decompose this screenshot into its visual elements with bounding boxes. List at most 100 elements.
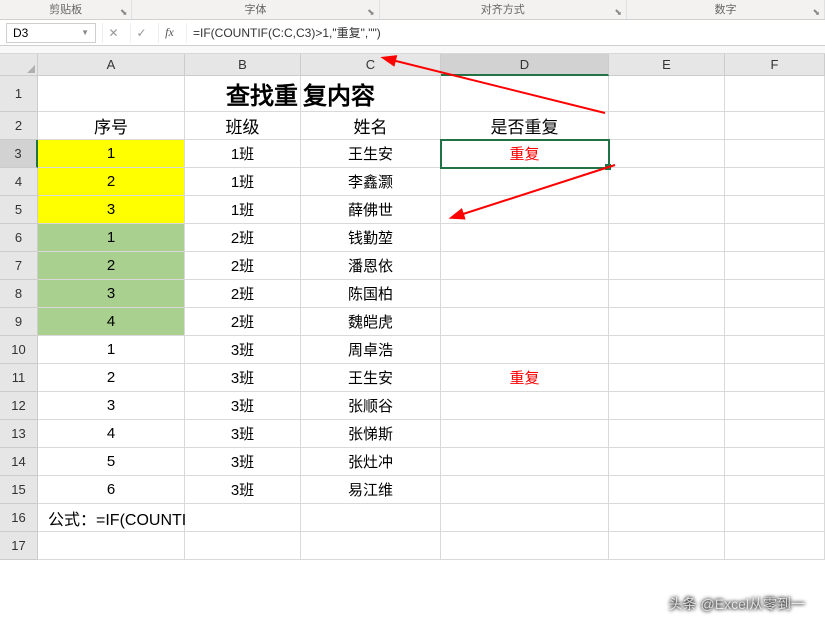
cell[interactable]	[725, 532, 825, 560]
fill-handle[interactable]	[605, 164, 611, 170]
col-header-d[interactable]: D	[441, 54, 609, 76]
cell-name[interactable]: 张顺谷	[301, 392, 441, 420]
cell-f[interactable]	[725, 280, 825, 308]
cell-e16[interactable]	[609, 504, 725, 532]
cell-seq[interactable]: 1	[38, 224, 185, 252]
cell-name[interactable]: 王生安	[301, 140, 441, 168]
cell-class[interactable]: 3班	[185, 476, 301, 504]
cell-seq[interactable]: 3	[38, 280, 185, 308]
cell-f[interactable]	[725, 336, 825, 364]
row-header[interactable]: 11	[0, 364, 38, 392]
cell-class[interactable]: 3班	[185, 392, 301, 420]
cell-a1[interactable]	[38, 76, 185, 112]
row-header-1[interactable]: 1	[0, 76, 38, 112]
cell-c2[interactable]: 姓名	[301, 112, 441, 140]
cell-e[interactable]	[609, 196, 725, 224]
cell-class[interactable]: 2班	[185, 280, 301, 308]
cell-name[interactable]: 张灶冲	[301, 448, 441, 476]
cell-f1[interactable]	[725, 76, 825, 112]
cell-seq[interactable]: 1	[38, 336, 185, 364]
cell-seq[interactable]: 2	[38, 168, 185, 196]
cell-e[interactable]	[609, 280, 725, 308]
cell-name[interactable]: 潘恩依	[301, 252, 441, 280]
col-header-c[interactable]: C	[301, 54, 441, 76]
row-header[interactable]: 14	[0, 448, 38, 476]
cell-e[interactable]	[609, 392, 725, 420]
cancel-formula-icon[interactable]: ✕	[102, 23, 124, 43]
cell-b2[interactable]: 班级	[185, 112, 301, 140]
cell-f[interactable]	[725, 476, 825, 504]
col-header-b[interactable]: B	[185, 54, 301, 76]
cell-e[interactable]	[609, 224, 725, 252]
cell-seq[interactable]: 2	[38, 252, 185, 280]
cell-class[interactable]: 3班	[185, 364, 301, 392]
cell-name[interactable]: 易江维	[301, 476, 441, 504]
cell-f[interactable]	[725, 252, 825, 280]
cell-e[interactable]	[609, 364, 725, 392]
cell-duplicate[interactable]	[441, 280, 609, 308]
cell-e[interactable]	[609, 252, 725, 280]
cell-b16[interactable]	[185, 504, 301, 532]
cell-name[interactable]: 张悌斯	[301, 420, 441, 448]
cell[interactable]	[185, 532, 301, 560]
cell-e[interactable]	[609, 420, 725, 448]
row-header[interactable]: 6	[0, 224, 38, 252]
row-header[interactable]: 7	[0, 252, 38, 280]
cell-class[interactable]: 1班	[185, 196, 301, 224]
cell-duplicate[interactable]	[441, 196, 609, 224]
formula-input[interactable]: =IF(COUNTIF(C:C,C3)>1,"重复","")	[186, 23, 819, 43]
col-header-f[interactable]: F	[725, 54, 825, 76]
cell-class[interactable]: 3班	[185, 448, 301, 476]
cell-e[interactable]	[609, 308, 725, 336]
row-header[interactable]: 13	[0, 420, 38, 448]
cell-a16[interactable]: 公式：=IF(COUNTIF(C:C,C3)>1,"重复","")	[38, 504, 185, 532]
cell-seq[interactable]: 1	[38, 140, 185, 168]
cell-class[interactable]: 1班	[185, 140, 301, 168]
row-header-16[interactable]: 16	[0, 504, 38, 532]
row-header[interactable]: 12	[0, 392, 38, 420]
cell-seq[interactable]: 5	[38, 448, 185, 476]
cell-f[interactable]	[725, 196, 825, 224]
cell-c16[interactable]	[301, 504, 441, 532]
cell-e[interactable]	[609, 448, 725, 476]
cell-f[interactable]	[725, 420, 825, 448]
cell-e[interactable]	[609, 476, 725, 504]
cell-duplicate[interactable]	[441, 448, 609, 476]
name-box[interactable]: D3 ▼	[6, 23, 96, 43]
cell-class[interactable]: 1班	[185, 168, 301, 196]
cell-name[interactable]: 薛佛世	[301, 196, 441, 224]
cell-b1[interactable]: 查找重	[185, 76, 301, 112]
cell-name[interactable]: 周卓浩	[301, 336, 441, 364]
cell-e[interactable]	[609, 168, 725, 196]
cell-seq[interactable]: 3	[38, 196, 185, 224]
cell-duplicate[interactable]	[441, 308, 609, 336]
cell-seq[interactable]: 4	[38, 420, 185, 448]
col-header-e[interactable]: E	[609, 54, 725, 76]
cell-duplicate[interactable]	[441, 476, 609, 504]
cell-f2[interactable]	[725, 112, 825, 140]
cell-e2[interactable]	[609, 112, 725, 140]
fx-icon[interactable]: fx	[158, 23, 180, 43]
cell-f[interactable]	[725, 364, 825, 392]
cell-class[interactable]: 3班	[185, 420, 301, 448]
cell-class[interactable]: 2班	[185, 224, 301, 252]
cell-f[interactable]	[725, 392, 825, 420]
cell-d16[interactable]	[441, 504, 609, 532]
cell-class[interactable]: 2班	[185, 252, 301, 280]
cell-c1[interactable]: 复内容	[301, 76, 441, 112]
row-header[interactable]: 5	[0, 196, 38, 224]
cell-name[interactable]: 陈国柏	[301, 280, 441, 308]
cell-f[interactable]	[725, 140, 825, 168]
row-header-2[interactable]: 2	[0, 112, 38, 140]
cell-f[interactable]	[725, 224, 825, 252]
chevron-down-icon[interactable]: ▼	[81, 28, 89, 37]
cell-a2[interactable]: 序号	[38, 112, 185, 140]
row-header[interactable]: 10	[0, 336, 38, 364]
row-header[interactable]: 17	[0, 532, 38, 560]
row-header[interactable]: 3	[0, 140, 38, 168]
cell-e1[interactable]	[609, 76, 725, 112]
cell-f[interactable]	[725, 308, 825, 336]
cell-f[interactable]	[725, 448, 825, 476]
row-header[interactable]: 15	[0, 476, 38, 504]
cell[interactable]	[609, 532, 725, 560]
